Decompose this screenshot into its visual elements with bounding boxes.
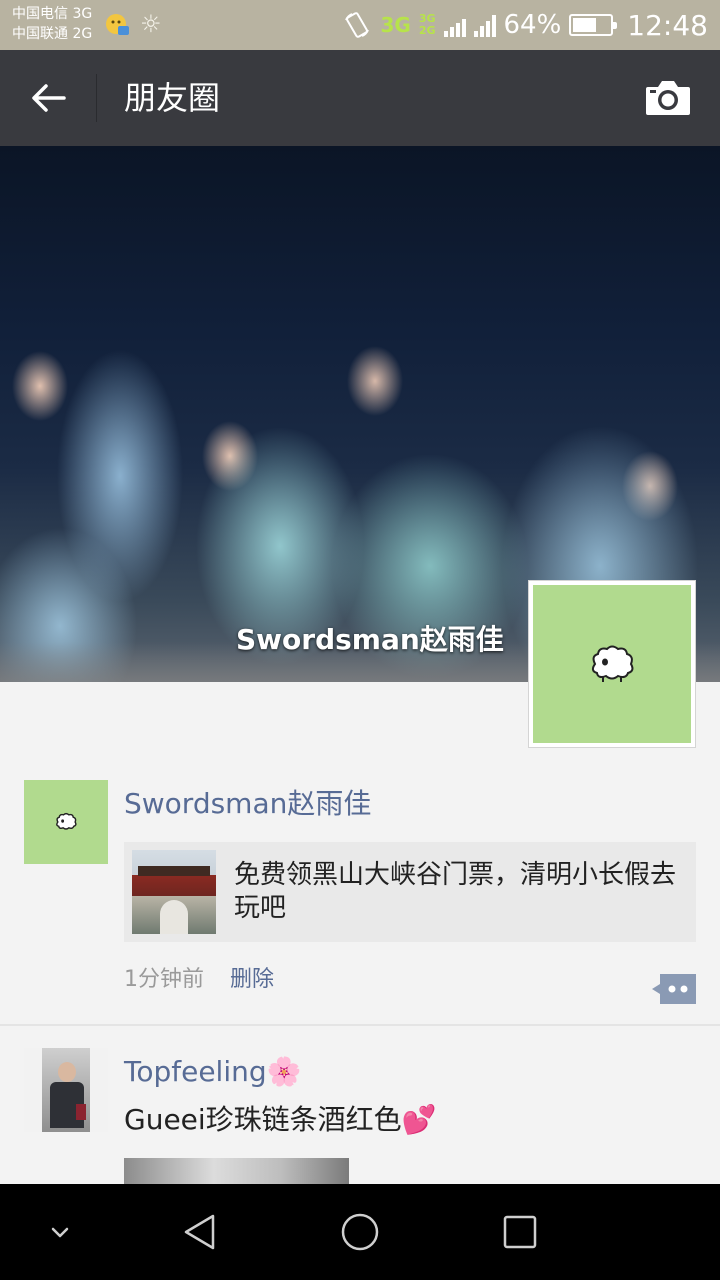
- navigation-bar: [0, 1184, 720, 1280]
- dual-network-indicator: 3G 2G: [419, 13, 436, 37]
- recents-nav-button[interactable]: [490, 1204, 550, 1260]
- comment-menu-button[interactable]: [652, 974, 696, 1004]
- post-text: Gueei珍珠链条酒红色💕: [124, 1103, 437, 1136]
- carrier-1: 中国电信 3G: [12, 6, 93, 22]
- carrier-2: 中国联通 2G: [12, 26, 93, 42]
- hide-nav-button[interactable]: [30, 1204, 90, 1260]
- link-title: 免费领黑山大峡谷门票，清明小长假去玩吧: [234, 860, 677, 923]
- shared-link-card[interactable]: 免费领黑山大峡谷门票，清明小长假去玩吧: [124, 842, 696, 942]
- sheep-icon: [56, 812, 77, 830]
- network-type-badge: 3G: [380, 13, 411, 37]
- back-button[interactable]: [20, 74, 76, 122]
- title-divider: [96, 74, 97, 122]
- link-thumbnail: [132, 850, 216, 934]
- cover-owner-name: Swordsman赵雨佳: [236, 623, 504, 656]
- feed-post: Topfeeling🌸 Gueei珍珠链条酒红色💕: [0, 1048, 720, 1184]
- battery-icon: [569, 14, 618, 36]
- signal-bars-icon: [443, 13, 466, 37]
- dual-network-bottom: 2G: [418, 24, 436, 37]
- post-author-avatar[interactable]: [24, 1048, 108, 1132]
- camera-icon: [646, 81, 690, 115]
- profile-avatar[interactable]: [528, 580, 696, 748]
- sheep-avatar-tile: [533, 585, 691, 743]
- battery-percent: 64%: [503, 10, 562, 40]
- post-author-name[interactable]: Topfeeling🌸: [124, 1052, 302, 1092]
- post-divider: [0, 1024, 720, 1026]
- signal-bars-2-icon: [473, 13, 496, 37]
- brightness-icon: ☼: [140, 10, 162, 38]
- status-indicators: 3G 3G 2G 64% 12:48: [342, 0, 708, 50]
- chevron-down-icon: [51, 1227, 69, 1238]
- delete-button[interactable]: 删除: [230, 964, 274, 996]
- square-recents-icon: [503, 1215, 537, 1249]
- smiley-notification-icon: [106, 14, 129, 35]
- arrow-left-icon: [32, 84, 66, 112]
- post-timestamp: 1分钟前: [124, 967, 204, 992]
- sheep-icon: [591, 645, 634, 682]
- back-nav-button[interactable]: [170, 1204, 230, 1260]
- post-image[interactable]: [124, 1158, 349, 1184]
- post-author-avatar[interactable]: [24, 780, 108, 864]
- feed-post: Swordsman赵雨佳 免费领黑山大峡谷门票，清明小长假去玩吧 1分钟前 删除: [0, 780, 720, 1024]
- battery-level: [573, 18, 597, 32]
- triangle-back-icon: [184, 1214, 215, 1250]
- status-bar: 中国电信 3G 中国联通 2G ☼ 3G 3G 2G 64% 12:48: [0, 0, 720, 50]
- home-nav-button[interactable]: [330, 1204, 390, 1260]
- circle-home-icon: [341, 1213, 379, 1251]
- camera-button[interactable]: [640, 72, 696, 124]
- page-title: 朋友圈: [124, 79, 221, 117]
- carrier-info: 中国电信 3G 中国联通 2G: [12, 4, 92, 44]
- clock: 12:48: [627, 8, 708, 42]
- title-bar: 朋友圈: [0, 50, 720, 146]
- rotation-icon: [345, 12, 370, 38]
- post-author-name[interactable]: Swordsman赵雨佳: [124, 784, 371, 824]
